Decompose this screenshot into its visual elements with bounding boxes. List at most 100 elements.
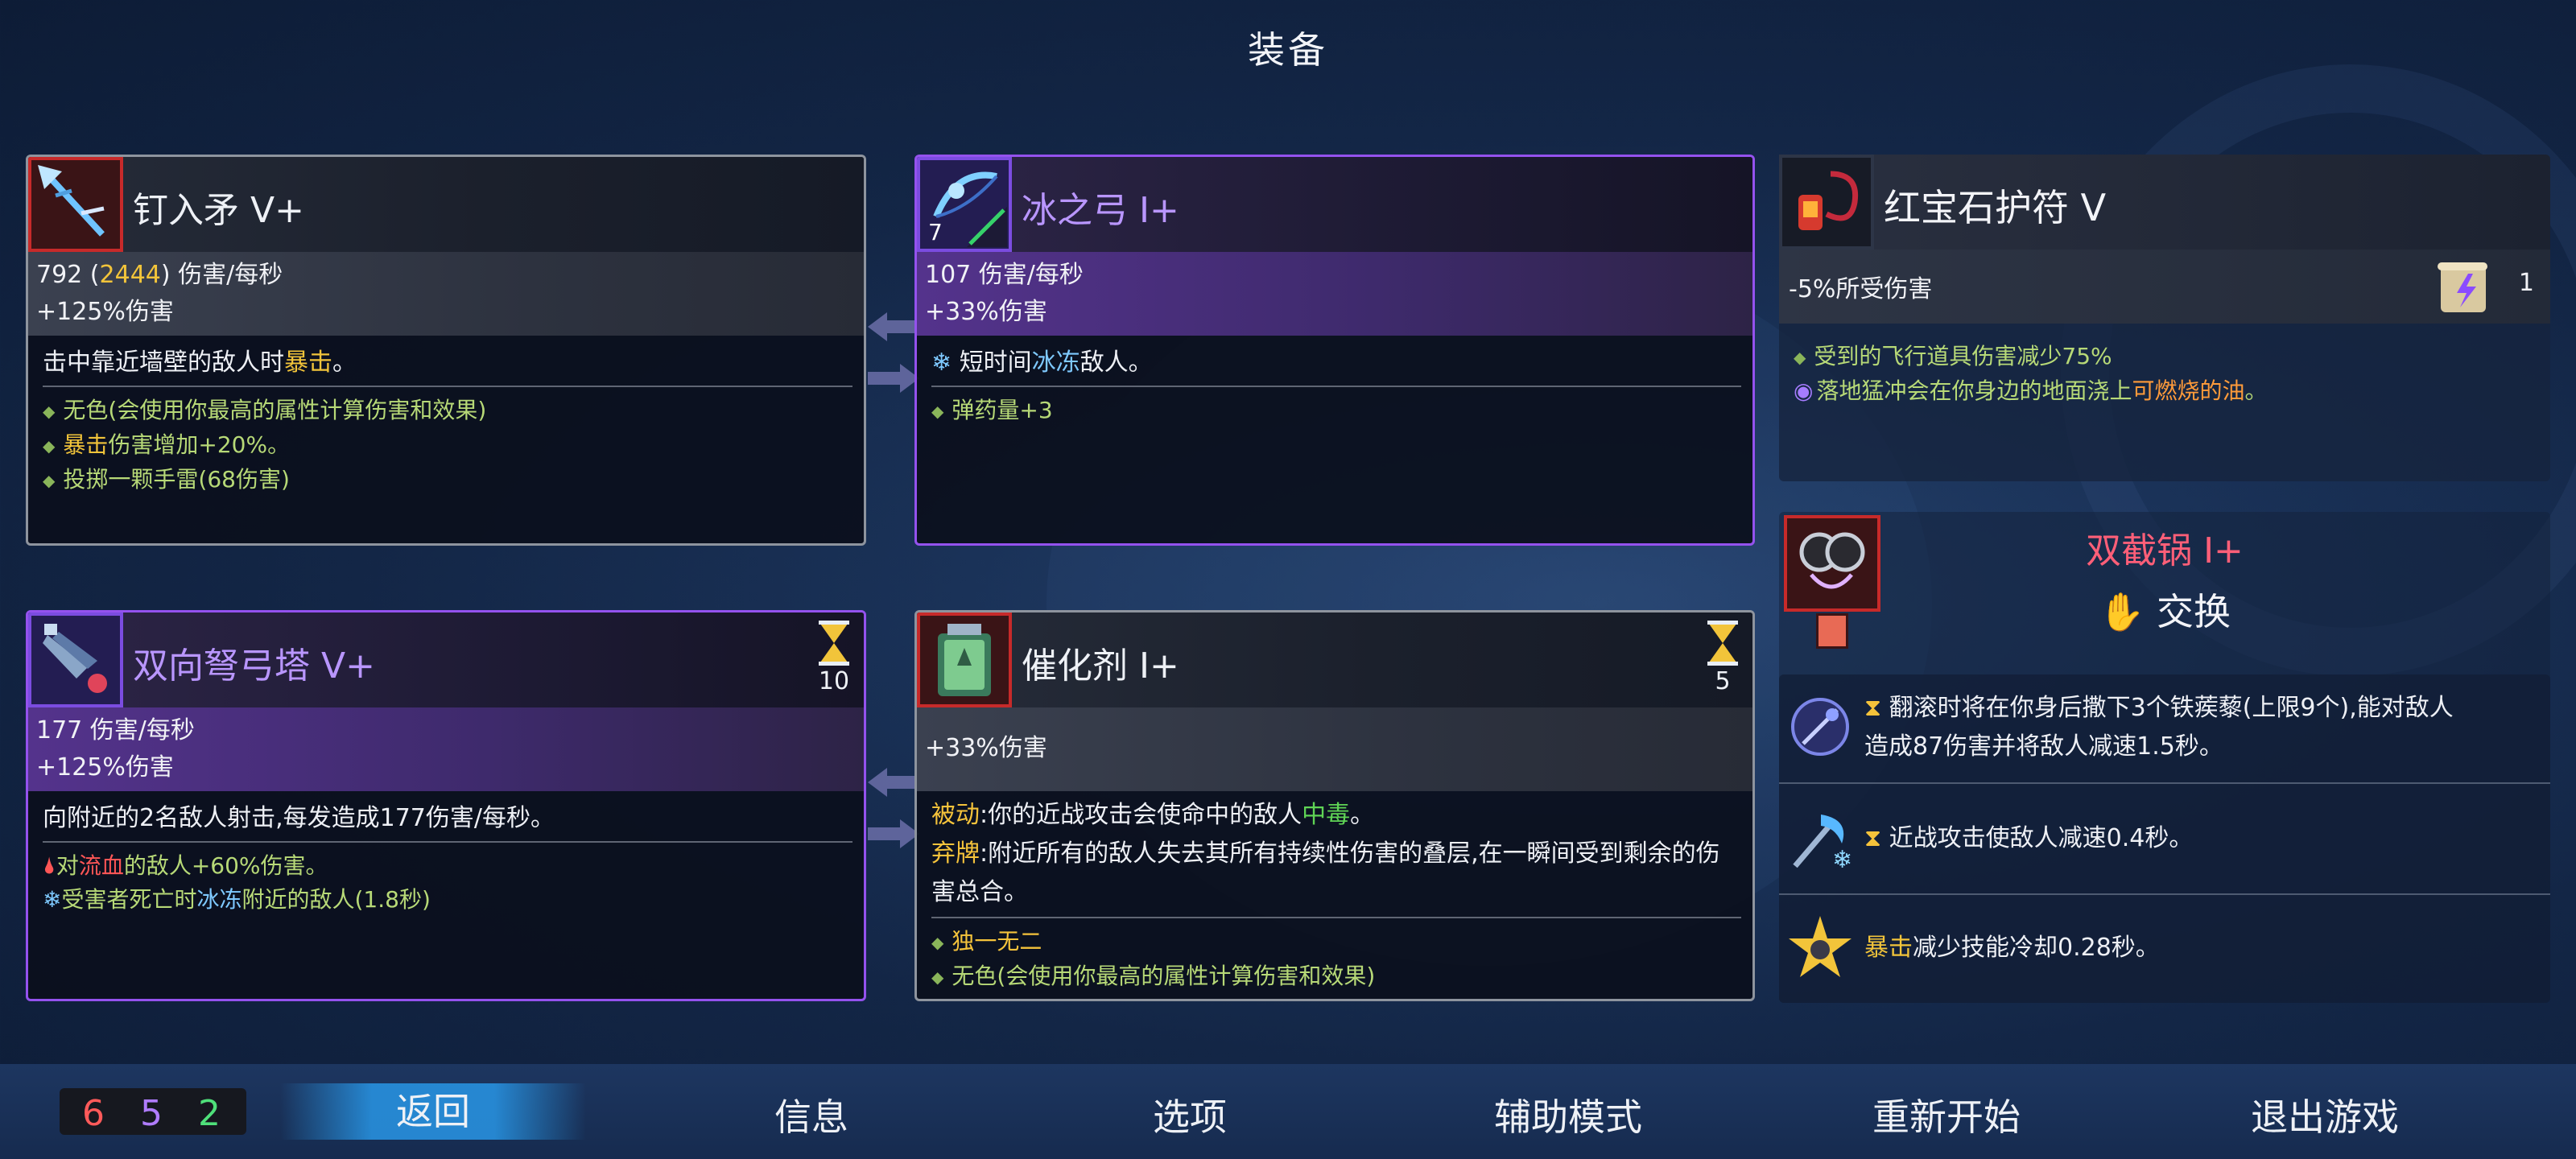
skill-name: 催化剂 I+: [1022, 645, 1179, 687]
amulet-stats: -5%所受伤害 1: [1779, 250, 2550, 324]
weapon-stats: 792 (2444) 伤害/每秒 +125%伤害: [28, 252, 864, 336]
swap-right-arrow-icon[interactable]: [868, 816, 919, 852]
ranged-weapon-card[interactable]: 7 冰之弓 I+ 107 伤害/每秒 +33%伤害 ❄ 短时间冰冻敌人。 ◆ 弹药…: [914, 155, 1755, 546]
skill-effect: 向附近的2名敌人射击,每发造成177伤害/每秒。: [43, 801, 852, 843]
blood-drop-icon: 🌢: [43, 852, 56, 879]
hourglass-small-icon: ⧗: [1864, 824, 1882, 852]
purple-orb-icon: ◉: [1794, 377, 1814, 404]
mutation-text: 暴击减少技能冷却0.28秒。: [1864, 934, 2160, 962]
weapon-name: 冰之弓 I+: [1022, 190, 1179, 231]
damage-bonus: +125%伤害: [36, 753, 174, 782]
catalyst-jar-icon: [917, 612, 1012, 707]
snowflake-icon: ❄: [931, 349, 952, 377]
scroll-stats: 6 5 2: [60, 1088, 246, 1135]
affix-diamond-icon: ◆: [931, 402, 944, 421]
weapon-stats: 107 伤害/每秒 +33%伤害: [917, 252, 1752, 336]
card-header: 钉入矛 V+: [28, 157, 864, 252]
weapon-description: ❄ 短时间冰冻敌人。 ◆ 弹药量+3: [917, 336, 1752, 428]
skill-name: 双向弩弓塔 V+: [133, 645, 375, 687]
affix-diamond-icon: ◆: [1794, 348, 1806, 367]
skill-stats: 177 伤害/每秒 +125%伤害: [28, 707, 864, 791]
weapon-effect: 击中靠近墙壁的敌人时暴击。: [43, 345, 852, 387]
bottom-menu-bar: 6 5 2 返回 信息 选项 辅助模式 重新开始 退出游戏: [0, 1064, 2576, 1159]
crit-star-icon: [1789, 916, 1852, 977]
damage-bonus: +33%伤害: [925, 298, 1047, 326]
cooldown-timer: 10: [815, 621, 852, 695]
cooldown-seconds: 5: [1715, 667, 1731, 695]
svg-text:❄: ❄: [1832, 846, 1852, 874]
skill-effect: 被动:你的近战攻击会使命中的敌人中毒。 弃牌:附近所有的敌人失去其所有持续性伤害…: [931, 796, 1741, 918]
dps-line: 792 (2444) 伤害/每秒: [36, 261, 283, 289]
scroll-count: 1: [2518, 269, 2534, 297]
mutation-text: ⧗ 近战攻击使敌人减速0.4秒。: [1864, 824, 2194, 852]
affix-line: ◆ 弹药量+3: [931, 397, 1053, 423]
options-button[interactable]: 选项: [1069, 1088, 1311, 1141]
mutation-text: ⧗ 翻滚时将在你身后撒下3个铁蒺藜(上限9个),能对敌人 造成87伤害并将敌人减…: [1864, 694, 2454, 761]
quit-game-button[interactable]: 退出游戏: [2204, 1088, 2446, 1141]
affix-line: ◆ 无色(会使用你最高的属性计算伤害和效果): [931, 963, 1376, 989]
skill-stats: +33%伤害: [917, 707, 1752, 791]
hand-swap-icon: ✋: [2099, 590, 2145, 633]
dps-line: 177 伤害/每秒: [36, 716, 195, 744]
melee-weapon-card[interactable]: 钉入矛 V+ 792 (2444) 伤害/每秒 +125%伤害 击中靠近墙壁的敌…: [26, 155, 866, 546]
info-button[interactable]: 信息: [691, 1088, 932, 1141]
weapon-description: 击中靠近墙壁的敌人时暴击。 ◆ 无色(会使用你最高的属性计算伤害和效果) ◆ 暴击伤…: [28, 336, 864, 497]
damage-bonus: +125%伤害: [36, 298, 174, 326]
damage-bonus: +33%伤害: [925, 734, 1047, 762]
frost-axe-icon: ❄: [1793, 815, 1852, 874]
amulet-panel[interactable]: 红宝石护符 V -5%所受伤害 1 ◆ 受到的飞行道具伤害减少75% ◉ 落地猛冲会…: [1779, 155, 2550, 481]
card-header: 双向弩弓塔 V+ 10: [28, 612, 864, 707]
card-header: 7 冰之弓 I+: [917, 157, 1752, 252]
snowflake-icon: ❄: [43, 886, 62, 913]
ammo-count: 7: [928, 219, 943, 245]
screen-title: 装备: [1248, 28, 1328, 72]
back-button[interactable]: 返回: [280, 1083, 586, 1140]
swap-right-arrow-icon[interactable]: [868, 361, 919, 396]
hourglass-small-icon: ⧗: [1864, 694, 1882, 722]
swap-left-arrow-icon[interactable]: [868, 309, 919, 344]
ruby-amulet-icon: [1779, 155, 1874, 250]
affix-diamond-icon: ◆: [931, 967, 944, 987]
mutation-row[interactable]: ❄ ⧗ 近战攻击使敌人减速0.4秒。: [1779, 786, 2550, 895]
damage-reduction: -5%所受伤害: [1789, 275, 1933, 303]
cooldown-timer: 5: [1704, 621, 1741, 695]
dps-line: 107 伤害/每秒: [925, 261, 1084, 289]
assist-mode-button[interactable]: 辅助模式: [1447, 1088, 1689, 1141]
hourglass-icon: [1707, 621, 1738, 666]
affix-line: ◆ 无色(会使用你最高的属性计算伤害和效果): [43, 397, 487, 423]
spear-icon: [28, 157, 123, 252]
amulet-description: ◆ 受到的飞行道具伤害减少75% ◉ 落地猛冲会在你身边的地面浇上可燃烧的油。: [1794, 340, 2267, 408]
mutation-row[interactable]: 暴击减少技能冷却0.28秒。: [1779, 897, 2550, 1003]
affix-diamond-icon: ◆: [43, 402, 56, 421]
survival-stat: 2: [198, 1093, 221, 1134]
mutation-row[interactable]: ⧗ 翻滚时将在你身后撒下3个铁蒺藜(上限9个),能对敌人 造成87伤害并将敌人减…: [1779, 674, 2550, 784]
amulet-name: 红宝石护符 V: [1884, 186, 2107, 229]
swap-left-arrow-icon[interactable]: [868, 765, 919, 800]
weapon-name: 钉入矛 V+: [133, 190, 304, 231]
skill-description: 向附近的2名敌人射击,每发造成177伤害/每秒。 🌢对流血的敌人+60%伤害。 …: [28, 791, 864, 917]
skill-card-turret[interactable]: 双向弩弓塔 V+ 10 177 伤害/每秒 +125%伤害 向附近的2名敌人射击…: [26, 610, 866, 1001]
affix-line: ◆ 暴击伤害增加+20%。: [43, 431, 291, 458]
hourglass-icon: [819, 621, 849, 666]
mutations-panel: ⧗ 翻滚时将在你身后撒下3个铁蒺藜(上限9个),能对敌人 造成87伤害并将敌人减…: [1779, 674, 2550, 1003]
skill-description: 被动:你的近战攻击会使命中的敌人中毒。 弃牌:附近所有的敌人失去其所有持续性伤害…: [917, 791, 1752, 994]
swap-button[interactable]: ✋ 交换: [1779, 583, 2550, 636]
affix-line: ◆ 独一无二: [931, 928, 1042, 955]
affix-diamond-icon: ◆: [43, 471, 56, 490]
weapon-effect: ❄ 短时间冰冻敌人。: [931, 345, 1741, 387]
affix-diamond-icon: ◆: [931, 933, 944, 952]
affix-line: ❄受害者死亡时冰冻附近的敌人(1.8秒): [43, 886, 431, 913]
ice-bow-icon: 7: [917, 157, 1012, 252]
skill-weapon-name: 双截锅 I+: [2086, 530, 2244, 571]
brutality-stat: 6: [82, 1093, 105, 1134]
affix-line: ◉ 落地猛冲会在你身边的地面浇上可燃烧的油。: [1794, 377, 2268, 404]
crossbow-turret-icon: [28, 612, 123, 707]
card-header: 催化剂 I+ 5: [917, 612, 1752, 707]
caltrops-icon: [1791, 698, 1849, 756]
scroll-icon: [2438, 262, 2487, 312]
tactics-stat: 5: [140, 1093, 163, 1134]
skill-card-catalyst[interactable]: 催化剂 I+ 5 +33%伤害 被动:你的近战攻击会使命中的敌人中毒。 弃牌:附…: [914, 610, 1755, 1001]
affix-diamond-icon: ◆: [43, 436, 56, 456]
restart-button[interactable]: 重新开始: [1826, 1088, 2067, 1141]
affix-line: 🌢对流血的敌人+60%伤害。: [43, 852, 328, 879]
